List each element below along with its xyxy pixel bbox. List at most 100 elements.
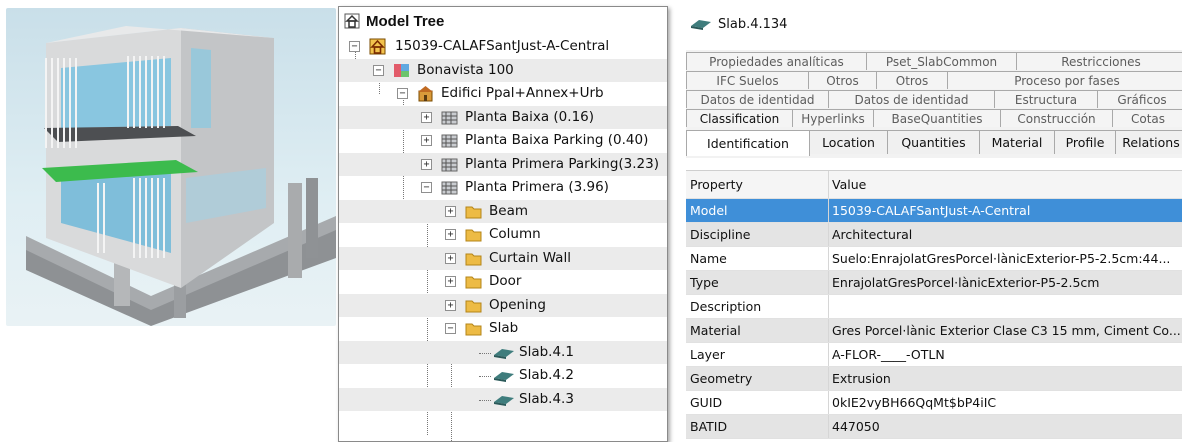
tree-item-category[interactable]: + Opening <box>339 293 667 317</box>
collapse-icon[interactable]: − <box>349 41 360 52</box>
tab-hyperlinks[interactable]: Hyperlinks <box>792 109 874 127</box>
tab-classification[interactable]: Classification <box>686 109 793 127</box>
storey-icon <box>441 181 458 195</box>
property-key: Material <box>686 319 829 342</box>
property-row[interactable]: Geometry Extrusion <box>686 367 1182 391</box>
property-key: BATID <box>686 415 829 438</box>
property-row[interactable]: Name Suelo:EnrajolatGresPorcel·lànicExte… <box>686 247 1182 271</box>
property-row[interactable]: Material Gres Porcel·lànic Exterior Clas… <box>686 319 1182 343</box>
tree-item-slab[interactable]: Slab.4.1 <box>339 340 667 364</box>
tree-item-label: Opening <box>489 296 546 313</box>
model-tree-header: Model Tree <box>339 7 667 35</box>
tree-item-category[interactable]: − Slab <box>339 317 667 341</box>
property-row[interactable]: Type EnrajolatGresPorcel·lànicExterior-P… <box>686 271 1182 295</box>
tree-item-label: Column <box>489 226 541 242</box>
tree-item-category[interactable]: + Curtain Wall <box>339 246 667 270</box>
expand-icon[interactable]: + <box>445 299 456 311</box>
collapse-icon[interactable]: − <box>373 64 384 76</box>
expand-icon[interactable]: + <box>421 111 432 123</box>
tree-item-label: Planta Primera (3.96) <box>465 179 609 195</box>
tab-profile[interactable]: Profile <box>1054 130 1116 154</box>
tree-item-label: Slab.4.1 <box>519 343 574 360</box>
property-grid: Property Value Model 15039-CALAFSantJust… <box>686 170 1182 442</box>
tree-item-building[interactable]: − Edifici Ppal+Annex+Urb <box>339 82 667 106</box>
expand-icon[interactable]: + <box>445 252 456 264</box>
column-header-property[interactable]: Property <box>686 171 829 198</box>
tab-restricciones[interactable]: Restricciones <box>1016 52 1182 70</box>
tab-basequantities[interactable]: BaseQuantities <box>873 109 1001 127</box>
folder-icon <box>465 276 482 289</box>
tree-item-slab[interactable]: Slab.4.2 <box>339 364 667 388</box>
tab-ifc-suelos[interactable]: IFC Suelos <box>686 71 809 89</box>
tree-item-project[interactable]: − 15039-CALAFSantJust-A-Central <box>339 35 667 59</box>
property-row[interactable]: GUID 0kIE2vyBH66QqMt$bP4iIC <box>686 391 1182 415</box>
property-key: Layer <box>686 343 829 366</box>
tree-item-label: Planta Primera Parking(3.23) <box>465 155 659 172</box>
tab-material[interactable]: Material <box>979 130 1055 154</box>
expand-icon[interactable]: + <box>421 158 432 170</box>
tree-item-label: Slab <box>489 320 519 336</box>
property-key: Discipline <box>686 223 829 246</box>
tree-item-category[interactable]: + Beam <box>339 199 667 223</box>
tab-relations[interactable]: Relations <box>1115 130 1182 154</box>
property-row[interactable]: Description <box>686 295 1182 319</box>
property-value: 447050 <box>832 419 880 434</box>
tab-datos-de-identidad-2[interactable]: Datos de identidad <box>828 90 995 108</box>
tab-estructura[interactable]: Estructura <box>994 90 1098 108</box>
slab-icon <box>494 348 514 359</box>
property-tabs: Propiedades analíticas Pset_SlabCommon R… <box>686 50 1182 158</box>
storey-icon <box>441 111 458 124</box>
house-icon <box>344 13 360 29</box>
property-key: Type <box>686 271 829 294</box>
house-icon <box>369 38 386 55</box>
tree-item-label: Slab.4.3 <box>519 390 574 407</box>
collapse-icon[interactable]: − <box>421 182 432 193</box>
tab-graficos[interactable]: Gráficos <box>1097 90 1182 108</box>
tree-item-storey[interactable]: + Planta Baixa Parking (0.40) <box>339 129 667 153</box>
collapse-icon[interactable]: − <box>397 88 408 99</box>
3d-viewport[interactable] <box>6 8 336 326</box>
collapse-icon[interactable]: − <box>445 323 456 334</box>
building-model-render <box>26 26 336 326</box>
selected-element-name: Slab.4.134 <box>718 16 788 32</box>
tree-item-label: Bonavista 100 <box>417 61 514 78</box>
property-row[interactable]: Layer A-FLOR-____-OTLN <box>686 343 1182 367</box>
tab-proceso-por-fases[interactable]: Proceso por fases <box>947 71 1182 89</box>
tab-otros-2[interactable]: Otros <box>876 71 948 89</box>
tree-item-storey[interactable]: − Planta Primera (3.96) <box>339 176 667 200</box>
tree-item-slab[interactable]: Slab.4.3 <box>339 387 667 411</box>
property-row[interactable]: Model 15039-CALAFSantJust-A-Central <box>686 199 1182 223</box>
tab-construccion[interactable]: Construcción <box>1000 109 1113 127</box>
tab-datos-de-identidad[interactable]: Datos de identidad <box>686 90 829 108</box>
tab-propiedades-analiticas[interactable]: Propiedades analíticas <box>686 52 867 70</box>
property-row[interactable]: BATID 447050 <box>686 415 1182 439</box>
property-key: GUID <box>686 391 829 414</box>
expand-icon[interactable]: + <box>445 229 456 240</box>
tab-pset-slabcommon[interactable]: Pset_SlabCommon <box>866 52 1017 70</box>
property-key: Model <box>686 199 829 222</box>
tab-quantities[interactable]: Quantities <box>887 130 980 154</box>
slab-icon <box>494 395 514 406</box>
column-header-value[interactable]: Value <box>829 171 1182 198</box>
building-icon <box>418 86 433 102</box>
tab-otros[interactable]: Otros <box>808 71 877 89</box>
site-icon <box>394 63 409 77</box>
tree-item-category[interactable]: + Column <box>339 223 667 247</box>
slab-icon <box>691 20 711 30</box>
expand-icon[interactable]: + <box>445 276 456 287</box>
tree-item-storey[interactable]: + Planta Primera Parking(3.23) <box>339 152 667 176</box>
folder-icon <box>465 323 482 336</box>
tab-location[interactable]: Location <box>809 130 888 154</box>
expand-icon[interactable]: + <box>445 205 456 217</box>
expand-icon[interactable]: + <box>421 135 432 146</box>
tree-item-storey[interactable]: + Planta Baixa (0.16) <box>339 105 667 129</box>
slab-icon <box>494 372 514 382</box>
tab-identification[interactable]: Identification <box>686 130 810 156</box>
tab-row: Identification Location Quantities Mater… <box>686 130 1182 156</box>
tab-row: Classification Hyperlinks BaseQuantities… <box>686 109 1182 127</box>
tree-item-category[interactable]: + Door <box>339 270 667 294</box>
tree-item-site[interactable]: − Bonavista 100 <box>339 58 667 82</box>
tab-cotas[interactable]: Cotas <box>1112 109 1182 127</box>
tree-item-label: Planta Baixa (0.16) <box>465 108 595 125</box>
property-row[interactable]: Discipline Architectural <box>686 223 1182 247</box>
